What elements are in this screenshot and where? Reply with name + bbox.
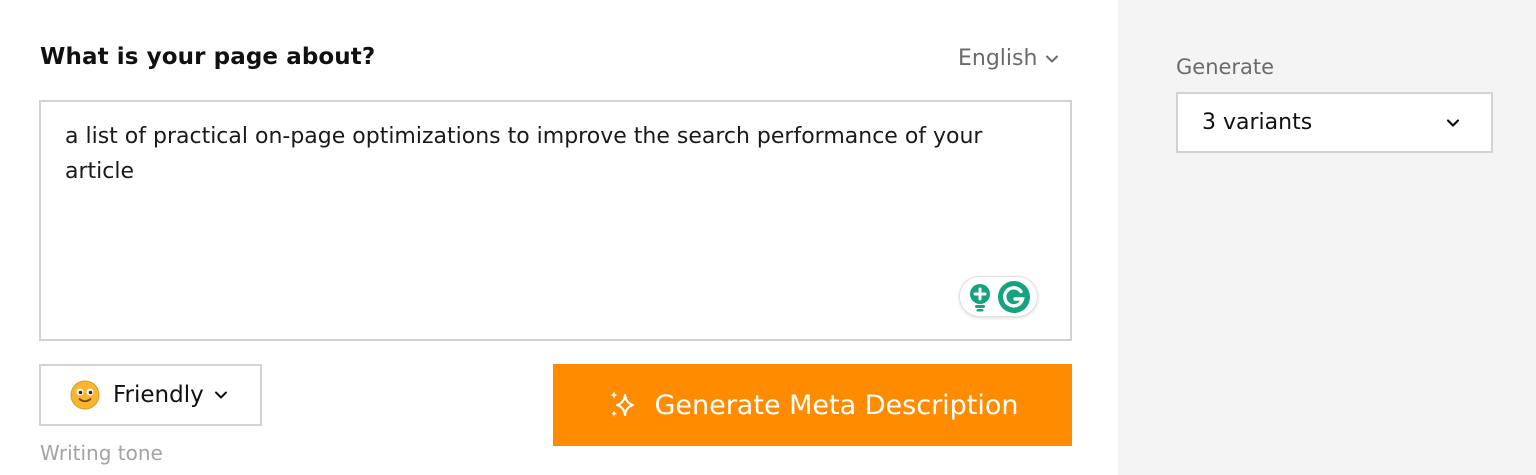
meta-description-generator: What is your page about? English a list …: [0, 0, 1536, 475]
page-about-heading: What is your page about?: [40, 44, 376, 70]
grammarly-widget[interactable]: [959, 276, 1038, 317]
lightbulb-icon: [969, 283, 990, 311]
chevron-down-icon: [1446, 118, 1460, 127]
language-selector[interactable]: English: [958, 46, 1059, 71]
generate-meta-description-button[interactable]: Generate Meta Description: [553, 364, 1072, 446]
tone-label: Friendly: [113, 382, 204, 408]
writing-tone-caption: Writing tone: [40, 441, 163, 465]
grammarly-icon: [997, 280, 1030, 313]
smiley-emoji-icon: [70, 380, 100, 410]
generate-count-label: Generate: [1176, 55, 1275, 79]
options-panel: Generate 3 variants: [1118, 0, 1536, 475]
input-panel: What is your page about? English a list …: [0, 0, 1118, 475]
writing-tone-selector[interactable]: Friendly: [39, 364, 262, 426]
description-textarea-box: [39, 100, 1072, 341]
language-label: English: [958, 46, 1038, 71]
variants-value: 3 variants: [1202, 110, 1313, 135]
chevron-down-icon: [1046, 55, 1059, 62]
sparkles-icon: [610, 391, 635, 417]
description-textarea[interactable]: [41, 102, 1070, 339]
chevron-down-icon: [214, 391, 227, 399]
variants-select[interactable]: 3 variants: [1176, 92, 1493, 153]
generate-button-label: Generate Meta Description: [654, 389, 1019, 421]
